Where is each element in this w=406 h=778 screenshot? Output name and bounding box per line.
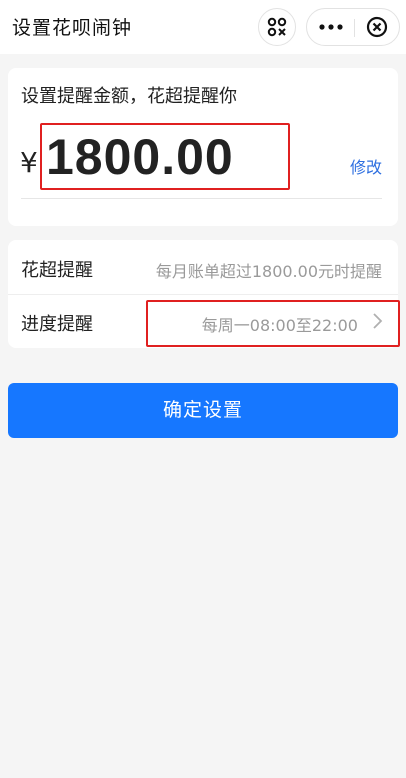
chevron-right-icon — [373, 313, 383, 329]
title-bar: 设置花呗闹钟 — [0, 0, 406, 54]
edit-amount-link[interactable]: 修改 — [350, 154, 382, 178]
more-button[interactable] — [307, 9, 354, 45]
amount-divider — [21, 198, 382, 199]
confirm-settings-button[interactable]: 确定设置 — [8, 383, 398, 438]
overspend-reminder-row[interactable]: 花超提醒 每月账单超过1800.00元时提醒 — [8, 240, 398, 295]
row-value: 每周一08:00至22:00 — [201, 316, 358, 335]
close-icon — [366, 16, 388, 38]
page-title: 设置花呗闹钟 — [12, 17, 133, 39]
more-icon — [319, 24, 343, 30]
close-button[interactable] — [355, 9, 401, 45]
amount-hint: 设置提醒金额，花超提醒你 — [21, 86, 237, 107]
progress-reminder-row[interactable]: 进度提醒 每周一08:00至22:00 — [8, 294, 398, 348]
amount-value[interactable]: 1800.00 — [46, 128, 234, 186]
mini-program-capsule — [306, 8, 400, 46]
row-label: 进度提醒 — [21, 314, 93, 335]
row-value: 每月账单超过1800.00元时提醒 — [155, 262, 382, 281]
scan-icon — [267, 17, 287, 37]
row-label: 花超提醒 — [21, 260, 93, 281]
scan-button[interactable] — [258, 8, 296, 46]
reminder-settings-list: 花超提醒 每月账单超过1800.00元时提醒 进度提醒 每周一08:00至22:… — [8, 240, 398, 348]
amount-card: 设置提醒金额，花超提醒你 ¥ 1800.00 修改 — [8, 68, 398, 226]
currency-symbol: ¥ — [20, 146, 38, 179]
